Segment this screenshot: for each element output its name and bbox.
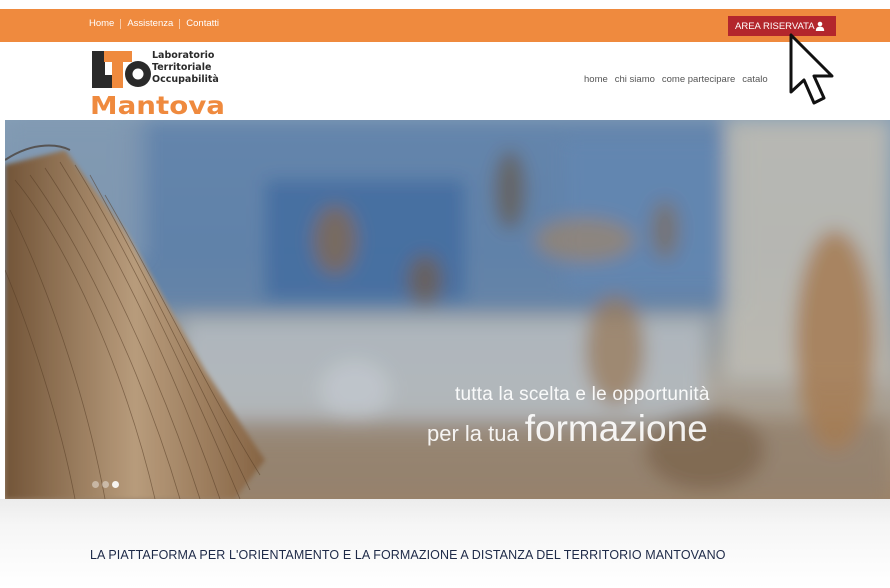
user-icon (815, 21, 825, 31)
tagline: LA PIATTAFORMA PER L'ORIENTAMENTO E LA F… (90, 548, 726, 562)
area-riservata-button[interactable]: AREA RISERVATA (728, 16, 836, 36)
lto-mantova-logo[interactable]: Laboratorio Territoriale Occupabilità Ma… (90, 46, 240, 118)
main-nav: home chi siamo come partecipare catalo (584, 74, 768, 85)
slider-dots (92, 481, 119, 488)
logo-line3: Occupabilità (152, 74, 219, 85)
divider (179, 18, 181, 29)
hero-slogan-line2: per la tua formazione (427, 408, 708, 450)
logo-line1: Laboratorio (152, 50, 215, 61)
top-bar: Home Assistenza Contatti AREA RISERVATA (0, 9, 890, 42)
nav-item-home[interactable]: home (584, 74, 608, 85)
hero-slogan-line1: tutta la scelta e le opportunità (455, 384, 710, 405)
logo-city: Mantova (90, 91, 225, 118)
slider-dot[interactable] (102, 481, 109, 488)
top-links: Home Assistenza Contatti (89, 18, 219, 29)
area-riservata-label: AREA RISERVATA (735, 20, 815, 32)
hero-slogan-small: per la tua (427, 421, 519, 446)
slider-dot[interactable] (92, 481, 99, 488)
hero-slogan-big: formazione (524, 408, 708, 449)
top-link-home[interactable]: Home (89, 18, 114, 29)
logo-line2: Territoriale (152, 62, 211, 73)
nav-item-chi-siamo[interactable]: chi siamo (615, 74, 655, 85)
top-link-assistenza[interactable]: Assistenza (127, 18, 173, 29)
slider-dot-active[interactable] (112, 481, 119, 488)
top-link-contatti[interactable]: Contatti (186, 18, 219, 29)
header: Laboratorio Territoriale Occupabilità Ma… (0, 42, 890, 120)
tagline-band: LA PIATTAFORMA PER L'ORIENTAMENTO E LA F… (0, 499, 890, 588)
page: Home Assistenza Contatti AREA RISERVATA (0, 0, 890, 588)
divider (120, 18, 122, 29)
nav-item-come-partecipare[interactable]: come partecipare (662, 74, 735, 85)
nav-item-catalogo[interactable]: catalo (742, 74, 767, 85)
hero-slider[interactable]: tutta la scelta e le opportunità per la … (5, 120, 890, 499)
